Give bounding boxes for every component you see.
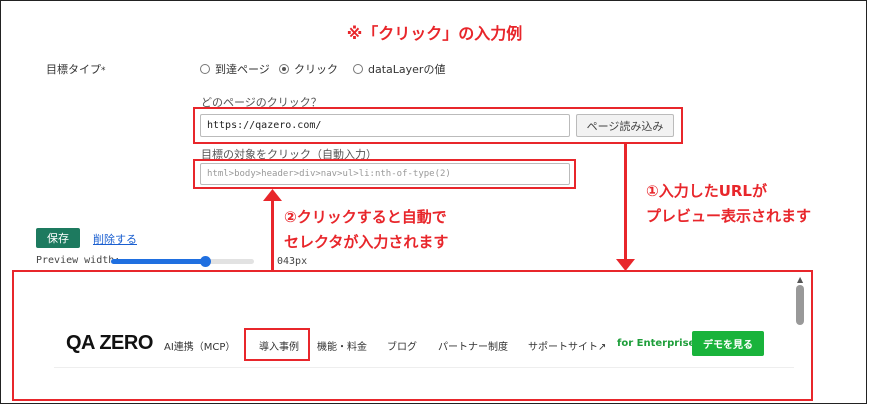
load-page-button[interactable]: ページ読み込み <box>576 114 674 137</box>
scrollbar-thumb[interactable] <box>796 285 804 325</box>
nav-item-enterprise[interactable]: for Enterprise <box>617 338 695 349</box>
nav-item-case-studies[interactable]: 導入事例 <box>259 338 299 353</box>
delete-link[interactable]: 削除する <box>93 231 137 247</box>
preview-width-label: Preview width: <box>36 255 121 266</box>
demo-button[interactable]: デモを見る <box>692 331 764 356</box>
header-divider <box>54 367 794 368</box>
qa-zero-logo[interactable]: QA ZERO <box>66 332 153 355</box>
goal-type-label: 目標タイプ* <box>46 63 106 76</box>
radio-circle[interactable] <box>353 64 363 74</box>
slider-fill <box>111 259 206 264</box>
radio-click[interactable]: クリック <box>279 61 338 77</box>
nav-item-support-site[interactable]: サポートサイト↗ <box>528 338 606 353</box>
arrow-up-head-icon <box>263 189 282 201</box>
save-button[interactable]: 保存 <box>36 228 80 248</box>
site-preview[interactable]: ▲ QA ZERO AI連携（MCP） 導入事例 機能・料金 ブログ パートナー… <box>12 270 813 401</box>
nav-item-blog[interactable]: ブログ <box>387 338 417 353</box>
annotation-auto-selector: ②クリックすると自動で セレクタが入力されます <box>284 208 449 251</box>
radio-circle[interactable] <box>200 64 210 74</box>
radio-reached-page[interactable]: 到達ページ <box>200 61 270 77</box>
example-heading: ※「クリック」の入力例 <box>346 24 523 43</box>
radio-circle-checked[interactable] <box>279 64 289 74</box>
nav-item-ai-mcp[interactable]: AI連携（MCP） <box>164 338 235 353</box>
nav-item-partner[interactable]: パートナー制度 <box>438 338 508 353</box>
annotation-url-preview: ①入力したURLが プレビュー表示されます <box>646 182 812 225</box>
scroll-up-arrow-icon[interactable]: ▲ <box>797 275 803 284</box>
preview-width-value: 043px <box>277 256 308 267</box>
arrow-down-line <box>624 144 627 266</box>
url-input[interactable]: https://qazero.com/ <box>200 114 570 137</box>
radio-datalayer[interactable]: dataLayerの値 <box>353 61 445 77</box>
nav-item-features-pricing[interactable]: 機能・料金 <box>317 338 367 353</box>
preview-width-slider[interactable] <box>111 256 254 267</box>
selector-input[interactable]: html>body>header>div>nav>ul>li:nth-of-ty… <box>200 163 570 185</box>
